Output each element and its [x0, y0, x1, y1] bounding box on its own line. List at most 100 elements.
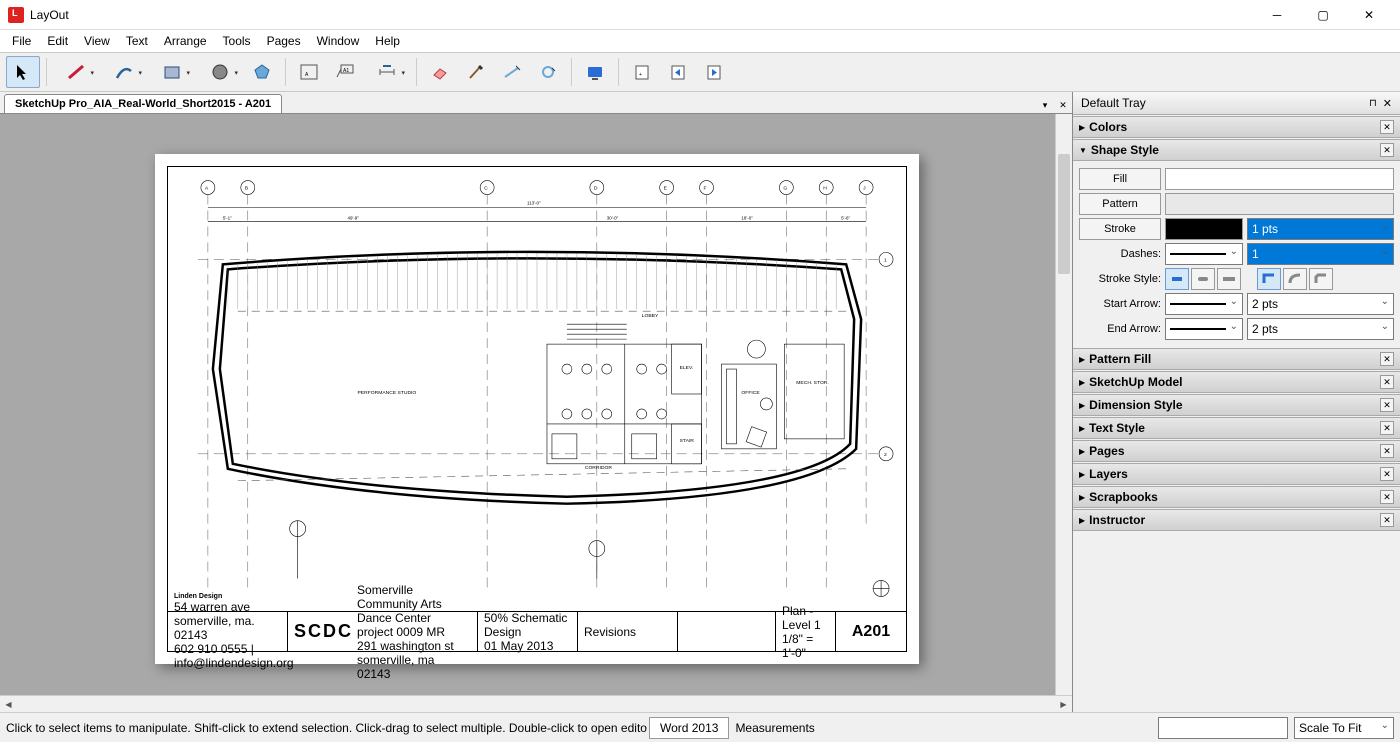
stroke-color-swatch[interactable]: [1165, 218, 1243, 240]
svg-text:18'-0": 18'-0": [741, 215, 753, 220]
project-addr: 291 washington st somerville, ma 02143: [357, 639, 471, 681]
main-toolbar: A A1 +: [0, 52, 1400, 92]
circle-tool[interactable]: [197, 56, 243, 88]
panel-scrapbooks[interactable]: ▶Scrapbooks✕: [1073, 486, 1400, 508]
panel-close-icon[interactable]: ✕: [1380, 375, 1394, 389]
document-tab[interactable]: SketchUp Pro_AIA_Real-World_Short2015 - …: [4, 94, 282, 113]
paper-sheet[interactable]: A B C D E F G H J 1 2: [155, 154, 919, 664]
end-arrow-size-combo[interactable]: 2 pts: [1247, 318, 1394, 340]
svg-text:5'-1": 5'-1": [223, 215, 232, 220]
label-tool[interactable]: A1: [328, 56, 362, 88]
svg-text:CORRIDOR: CORRIDOR: [585, 465, 612, 471]
menu-help[interactable]: Help: [367, 32, 408, 50]
panel-close-icon[interactable]: ✕: [1380, 398, 1394, 412]
panel-instructor[interactable]: ▶Instructor✕: [1073, 509, 1400, 531]
dimension-tool[interactable]: [364, 56, 410, 88]
panel-shape-style[interactable]: ▼Shape Style✕: [1073, 139, 1400, 161]
stroke-button[interactable]: Stroke: [1079, 218, 1161, 240]
cap-flat-icon[interactable]: [1165, 268, 1189, 290]
revisions-label: Revisions: [584, 625, 671, 639]
panel-close-icon[interactable]: ✕: [1380, 490, 1394, 504]
panel-close-icon[interactable]: ✕: [1380, 513, 1394, 527]
canvas[interactable]: A B C D E F G H J 1 2: [0, 114, 1072, 695]
zoom-combo[interactable]: Scale To Fit: [1294, 717, 1394, 739]
eraser-tool[interactable]: [423, 56, 457, 88]
panel-layers[interactable]: ▶Layers✕: [1073, 463, 1400, 485]
status-tooltip: Word 2013: [649, 717, 729, 739]
next-page-tool[interactable]: [697, 56, 731, 88]
menu-edit[interactable]: Edit: [39, 32, 76, 50]
menu-text[interactable]: Text: [118, 32, 156, 50]
separator: [46, 58, 47, 86]
panel-close-icon[interactable]: ✕: [1380, 421, 1394, 435]
project-abbr: SCDC: [294, 621, 353, 642]
stroke-style-label: Stroke Style:: [1079, 273, 1161, 285]
start-arrow-combo[interactable]: [1165, 293, 1243, 315]
window-titlebar: LayOut ─ ▢ ✕: [0, 0, 1400, 30]
menu-window[interactable]: Window: [309, 32, 368, 50]
end-arrow-combo[interactable]: [1165, 318, 1243, 340]
panel-colors[interactable]: ▶Colors✕: [1073, 116, 1400, 138]
window-minimize[interactable]: ─: [1254, 0, 1300, 30]
tab-close-icon[interactable]: ✕: [1054, 97, 1072, 113]
svg-text:G: G: [783, 186, 787, 192]
text-tool[interactable]: A: [292, 56, 326, 88]
measurements-input[interactable]: [1158, 717, 1288, 739]
join-tool[interactable]: [531, 56, 565, 88]
fill-swatch[interactable]: [1165, 168, 1394, 190]
dashes-scale-combo[interactable]: 1: [1247, 243, 1394, 265]
style-tool[interactable]: [459, 56, 493, 88]
add-page-tool[interactable]: +: [625, 56, 659, 88]
menu-file[interactable]: File: [4, 32, 39, 50]
tray-title: Default Tray ⊓ ✕: [1073, 92, 1400, 115]
tray-close-icon[interactable]: ✕: [1383, 97, 1392, 110]
dashes-combo[interactable]: [1165, 243, 1243, 265]
panel-close-icon[interactable]: ✕: [1380, 143, 1394, 157]
svg-text:5'-6": 5'-6": [841, 215, 850, 220]
panel-dimension-style[interactable]: ▶Dimension Style✕: [1073, 394, 1400, 416]
svg-text:STAIR: STAIR: [680, 438, 695, 444]
stroke-width-combo[interactable]: 1 pts: [1247, 218, 1394, 240]
arc-tool[interactable]: [101, 56, 147, 88]
panel-pages[interactable]: ▶Pages✕: [1073, 440, 1400, 462]
panel-close-icon[interactable]: ✕: [1380, 120, 1394, 134]
join-bevel-icon[interactable]: [1309, 268, 1333, 290]
split-tool[interactable]: [495, 56, 529, 88]
panel-text-style[interactable]: ▶Text Style✕: [1073, 417, 1400, 439]
polygon-tool[interactable]: [245, 56, 279, 88]
line-tool[interactable]: [53, 56, 99, 88]
panel-sketchup-model[interactable]: ▶SketchUp Model✕: [1073, 371, 1400, 393]
separator: [618, 58, 619, 86]
window-close[interactable]: ✕: [1346, 0, 1392, 30]
presentation-tool[interactable]: [578, 56, 612, 88]
panel-close-icon[interactable]: ✕: [1380, 352, 1394, 366]
pattern-button[interactable]: Pattern: [1079, 193, 1161, 215]
svg-text:A: A: [205, 186, 209, 192]
cap-square-icon[interactable]: [1217, 268, 1241, 290]
panel-close-icon[interactable]: ✕: [1380, 467, 1394, 481]
prev-page-tool[interactable]: [661, 56, 695, 88]
start-arrow-size-combo[interactable]: 2 pts: [1247, 293, 1394, 315]
menu-pages[interactable]: Pages: [259, 32, 309, 50]
app-icon: [8, 7, 24, 23]
pattern-swatch[interactable]: [1165, 193, 1394, 215]
menu-arrange[interactable]: Arrange: [156, 32, 215, 50]
status-bar: Click to select items to manipulate. Shi…: [0, 712, 1400, 742]
sheet-title: Plan - Level 1: [782, 604, 829, 632]
cap-round-icon[interactable]: [1191, 268, 1215, 290]
rectangle-tool[interactable]: [149, 56, 195, 88]
panel-pattern-fill[interactable]: ▶Pattern Fill✕: [1073, 348, 1400, 370]
window-maximize[interactable]: ▢: [1300, 0, 1346, 30]
horizontal-scrollbar[interactable]: ◀▶: [0, 695, 1072, 712]
join-miter-icon[interactable]: [1257, 268, 1281, 290]
fill-button[interactable]: Fill: [1079, 168, 1161, 190]
svg-text:1: 1: [884, 257, 887, 263]
vertical-scrollbar[interactable]: [1055, 114, 1072, 695]
select-tool[interactable]: [6, 56, 40, 88]
tab-menu-icon[interactable]: ▾: [1036, 97, 1054, 113]
menu-tools[interactable]: Tools: [215, 32, 259, 50]
join-round-icon[interactable]: [1283, 268, 1307, 290]
panel-close-icon[interactable]: ✕: [1380, 444, 1394, 458]
tray-pin-icon[interactable]: ⊓: [1369, 98, 1377, 109]
menu-view[interactable]: View: [76, 32, 118, 50]
